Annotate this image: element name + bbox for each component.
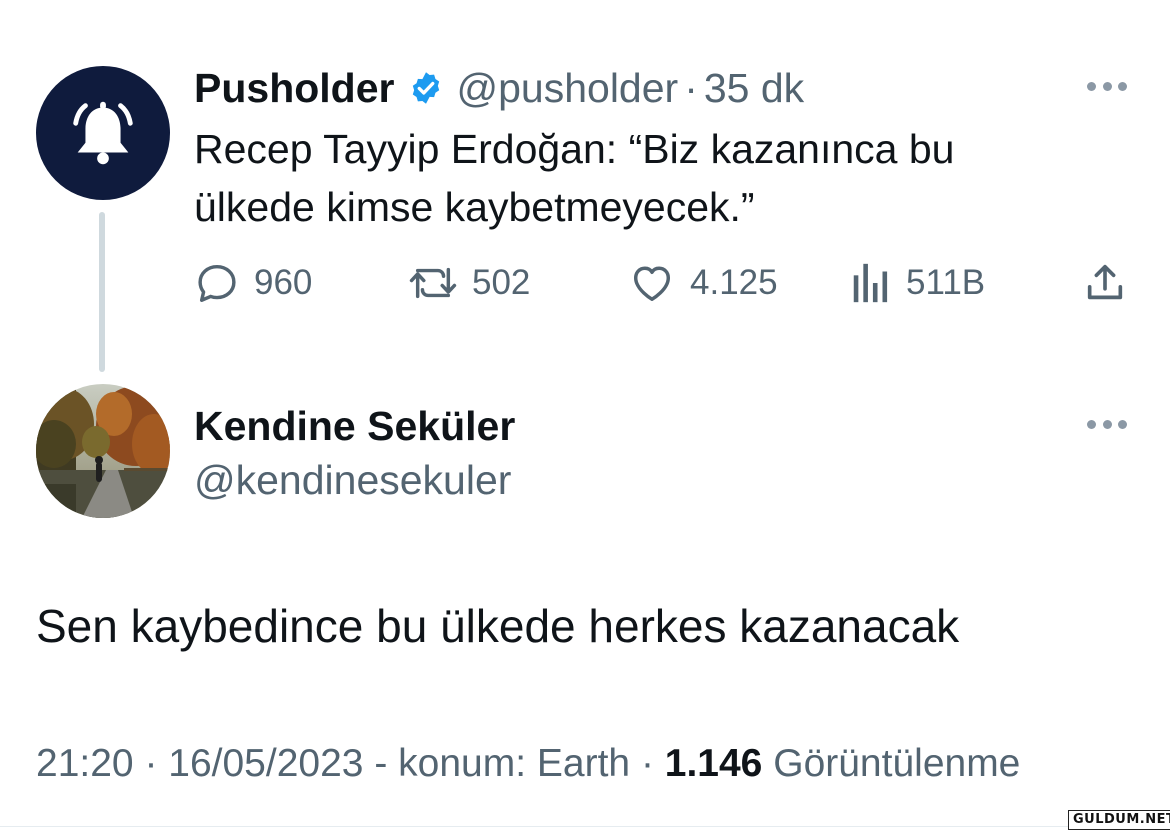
meta-separator: · [144, 742, 169, 785]
heart-icon [633, 266, 671, 302]
views-bar-chart-icon [853, 263, 888, 303]
pusholder-avatar[interactable] [36, 66, 170, 200]
more-options-icon[interactable] [1085, 78, 1129, 94]
reply-author-handle[interactable]: @kendinesekuler [194, 454, 511, 506]
share-icon [1087, 264, 1123, 300]
like-count: 4.125 [690, 263, 778, 302]
like-button[interactable]: 4.125 [628, 258, 778, 308]
tweet-time[interactable]: 21:20 [36, 742, 134, 785]
retweet-icon [409, 267, 457, 299]
autumn-path-photo [36, 384, 170, 518]
tweet-date[interactable]: 16/05/2023 [168, 742, 363, 785]
parent-tweet-text: Recep Tayyip Erdoğan: “Biz kazanınca bu … [194, 126, 955, 230]
bottom-divider [0, 826, 1170, 827]
retweet-count: 502 [472, 263, 531, 302]
parent-author-name[interactable]: Pusholder [194, 62, 394, 114]
tweet-detail-view: Pusholder @pusholder · 35 dk Recep Tayyi… [0, 0, 1170, 832]
watermark-logo: GULDUM.NET [1068, 810, 1170, 830]
parent-tweet-header: Pusholder @pusholder · 35 dk [194, 62, 804, 114]
tweet-location: konum: Earth [398, 742, 631, 785]
header-separator: · [684, 65, 698, 111]
reply-count: 960 [254, 263, 313, 302]
tweet-meta-line: 21:20 · 16/05/2023 - konum: Earth · 1.14… [36, 738, 1020, 790]
bell-icon [73, 101, 133, 165]
views-count: 511B [906, 263, 986, 302]
reply-icon [198, 264, 236, 302]
tweet-views-count[interactable]: 1.146 [665, 742, 763, 785]
tweet-views-label[interactable]: Görüntülenme [773, 742, 1020, 785]
parent-tweet-actions: 960 502 4.125 511B [194, 258, 1134, 308]
verified-badge-icon [408, 70, 444, 106]
reply-tweet-text: Sen kaybedince bu ülkede herkes kazanaca… [36, 600, 960, 652]
reply-author-name[interactable]: Kendine Seküler [194, 400, 515, 452]
more-options-icon[interactable] [1085, 416, 1129, 432]
meta-dash: - [374, 742, 399, 785]
share-button[interactable] [1082, 258, 1128, 308]
parent-author-handle[interactable]: @pusholder [456, 62, 678, 114]
meta-separator: · [640, 742, 665, 785]
thread-connector-line [99, 212, 105, 372]
parent-tweet-time[interactable]: 35 dk [704, 62, 804, 114]
views-button[interactable]: 511B [850, 258, 985, 308]
kendinesekuler-avatar[interactable] [36, 384, 170, 518]
reply-button[interactable]: 960 [194, 258, 312, 308]
retweet-button[interactable]: 502 [408, 258, 530, 308]
